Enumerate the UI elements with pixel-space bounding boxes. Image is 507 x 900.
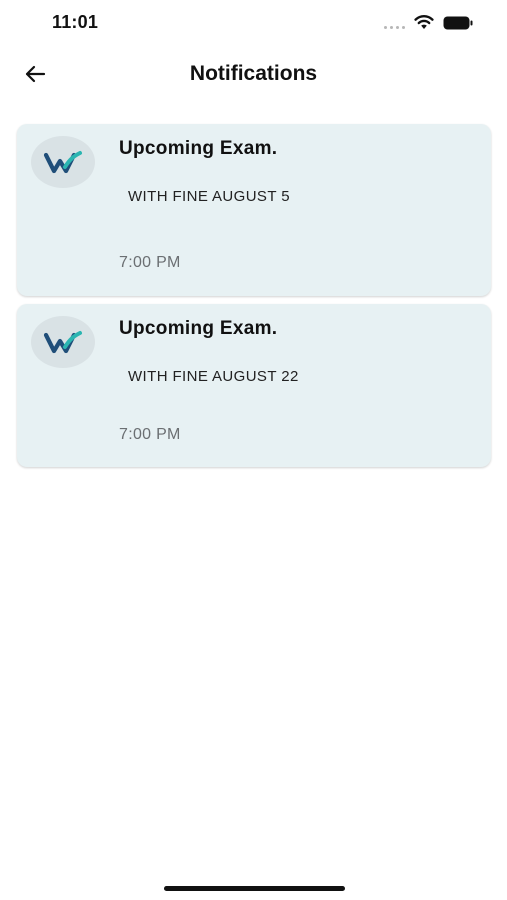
logo-icon [43, 331, 82, 354]
battery-icon [443, 16, 473, 30]
app-logo [31, 136, 95, 188]
notification-time: 7:00 PM [119, 426, 181, 443]
notification-body: WITH FINE AUGUST 5 [128, 188, 290, 205]
notification-list: Upcoming Exam. WITH FINE AUGUST 5 7:00 P… [17, 124, 491, 475]
status-bar: 11:01 [0, 0, 507, 48]
app-logo [31, 316, 95, 368]
wifi-icon [414, 15, 434, 29]
header: Notifications [0, 48, 507, 100]
notification-card[interactable]: Upcoming Exam. WITH FINE AUGUST 22 7:00 … [17, 304, 491, 467]
page-title: Notifications [189, 62, 318, 85]
notification-card[interactable]: Upcoming Exam. WITH FINE AUGUST 5 7:00 P… [17, 124, 491, 296]
home-indicator[interactable] [164, 886, 345, 891]
status-time: 11:01 [52, 12, 99, 32]
notification-time: 7:00 PM [119, 254, 181, 271]
notification-title: Upcoming Exam. [119, 138, 278, 159]
notification-title: Upcoming Exam. [119, 318, 278, 339]
notification-body: WITH FINE AUGUST 22 [128, 368, 299, 385]
logo-icon [43, 151, 82, 174]
signal-icon [384, 26, 408, 30]
